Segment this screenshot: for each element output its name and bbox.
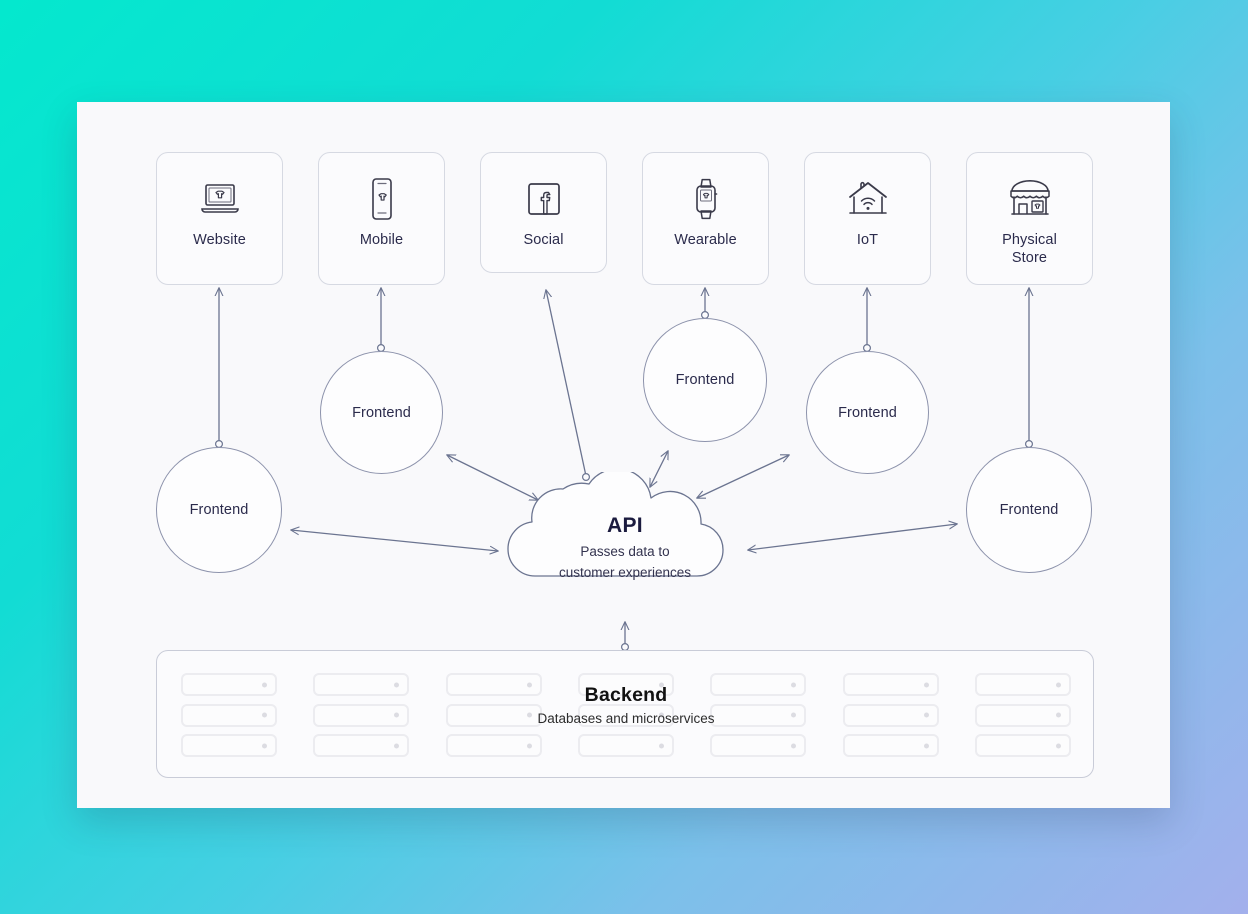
server-rack [313,673,410,696]
facebook-icon [526,175,562,223]
rack-column [445,673,542,757]
server-rack [313,734,410,757]
server-rack-grid [157,651,1095,779]
channel-label-iot: IoT [856,232,879,248]
channel-card-physical-store[interactable]: Physical Store [966,152,1093,285]
rack-column [710,673,807,757]
diagram-canvas: Website Mobile Social Wearable IoT Physi… [0,0,1248,914]
frontend-circle-iot[interactable]: Frontend [806,351,929,474]
channel-label-website: Website [193,232,246,248]
server-rack [181,703,277,727]
server-rack [974,734,1071,757]
smart-home-wifi-icon [846,175,890,223]
server-rack [710,703,807,727]
api-text-block: API Passes data to customer experiences [497,514,753,583]
channel-label-physical-store: Physical Store [1002,232,1057,266]
server-rack [445,673,542,696]
channel-label-wearable: Wearable [674,232,737,248]
frontend-circle-website[interactable]: Frontend [156,447,282,573]
server-rack [710,673,807,696]
rack-column [313,673,410,757]
laptop-tshirt-icon [200,175,240,223]
backend-panel[interactable]: Backend Databases and microservices [156,650,1094,778]
server-rack [974,673,1071,696]
rack-column [577,673,674,757]
storefront-icon [1007,175,1053,223]
server-rack [445,734,542,757]
frontend-label: Frontend [352,404,411,421]
frontend-label: Frontend [838,404,897,421]
rack-column [181,673,277,757]
channel-card-social[interactable]: Social [480,152,607,273]
server-rack [842,673,939,696]
smartwatch-tshirt-icon [691,175,721,223]
server-rack [313,703,410,727]
frontend-label: Frontend [189,502,249,518]
channel-card-wearable[interactable]: Wearable [642,152,769,285]
api-cloud[interactable]: API Passes data to customer experiences [497,468,753,608]
channel-card-iot[interactable]: IoT [804,152,931,285]
api-subtitle: Passes data to customer experiences [558,544,692,580]
server-rack [842,703,939,727]
channel-label-social: Social [523,232,564,248]
server-rack [710,734,807,757]
frontend-label: Frontend [999,502,1059,518]
server-rack [577,673,674,696]
channel-card-mobile[interactable]: Mobile [318,152,445,285]
channel-label-mobile: Mobile [359,232,404,248]
server-rack [181,734,277,757]
frontend-circle-store[interactable]: Frontend [966,447,1092,573]
server-rack [842,734,939,757]
server-rack [577,734,674,757]
server-rack [445,703,542,727]
phone-tshirt-icon [367,175,397,223]
frontend-circle-mobile[interactable]: Frontend [320,351,443,474]
api-title: API [607,514,643,537]
channel-card-website[interactable]: Website [156,152,283,285]
rack-column [842,673,939,757]
server-rack [974,703,1071,727]
frontend-label: Frontend [675,372,735,388]
server-rack [181,673,277,696]
server-rack [577,703,674,727]
frontend-circle-wearable[interactable]: Frontend [643,318,767,442]
rack-column [974,673,1071,757]
